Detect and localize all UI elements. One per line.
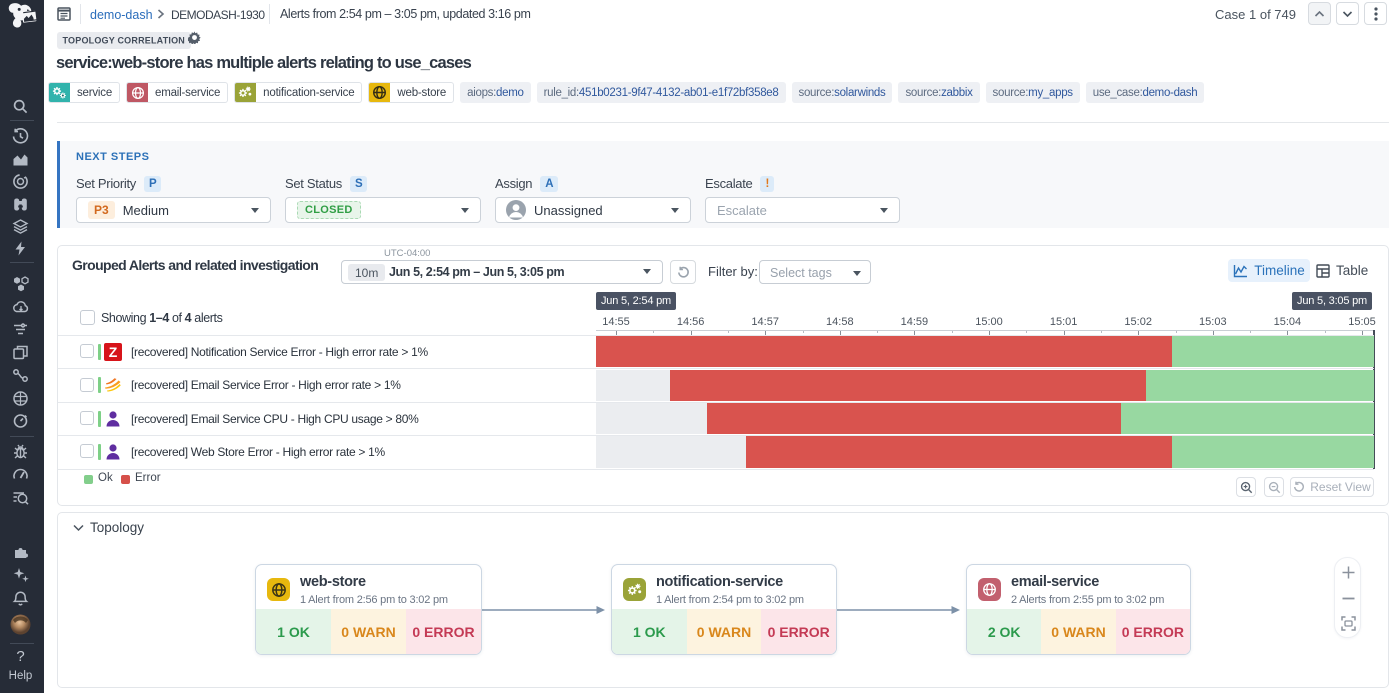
- svg-text:Z: Z: [109, 344, 118, 360]
